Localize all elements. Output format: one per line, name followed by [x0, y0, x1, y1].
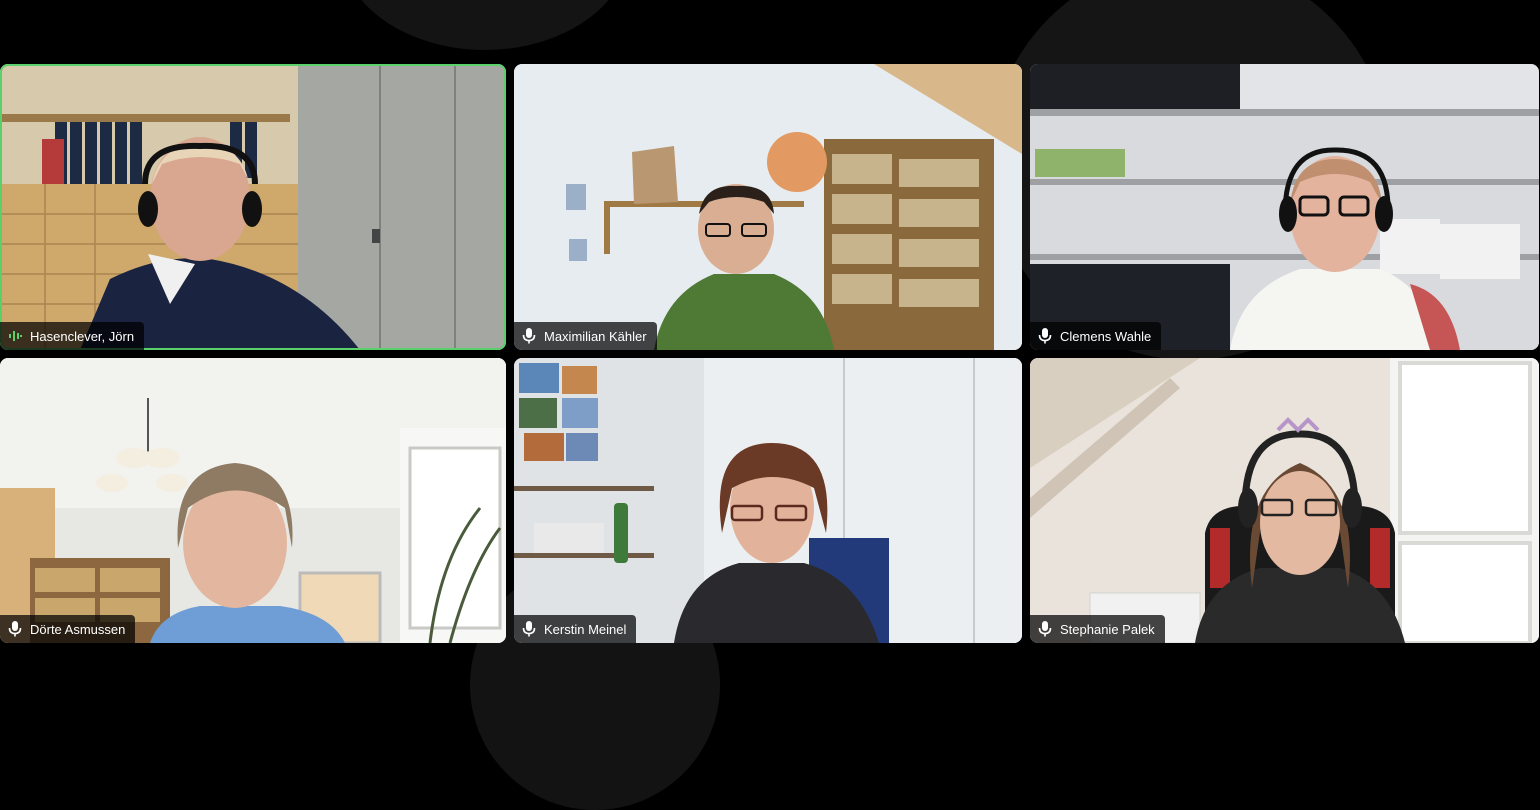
video-feed [514, 64, 1022, 350]
participant-name: Dörte Asmussen [30, 621, 126, 637]
participant-name-tag: Kerstin Meinel [514, 615, 637, 643]
video-tile-palek[interactable]: Stephanie Palek [1030, 358, 1539, 643]
participant-name-tag: Maximilian Kähler [514, 322, 657, 350]
video-tile-wahle[interactable]: Clemens Wahle [1030, 64, 1539, 350]
participant-name-tag: Clemens Wahle [1030, 322, 1162, 350]
video-tile-meinel[interactable]: Kerstin Meinel [514, 358, 1022, 643]
video-feed [1030, 64, 1539, 350]
mic-icon [8, 621, 22, 637]
participant-name: Clemens Wahle [1060, 328, 1152, 344]
background-shape [340, 0, 630, 50]
video-feed [1030, 358, 1539, 643]
mic-icon [522, 621, 536, 637]
participant-name: Kerstin Meinel [544, 621, 627, 637]
participant-name: Maximilian Kähler [544, 328, 647, 344]
participant-name-tag: Hasenclever, Jörn [0, 322, 145, 350]
video-tile-hasenclever[interactable]: Hasenclever, Jörn [0, 64, 506, 350]
video-feed [0, 64, 506, 350]
video-tile-asmussen[interactable]: Dörte Asmussen [0, 358, 506, 643]
participant-name-tag: Dörte Asmussen [0, 615, 136, 643]
video-feed [514, 358, 1022, 643]
video-feed [0, 358, 506, 643]
participant-name-tag: Stephanie Palek [1030, 615, 1165, 643]
mic-icon [1038, 328, 1052, 344]
participant-name: Hasenclever, Jörn [30, 328, 135, 344]
mic-icon [1038, 621, 1052, 637]
video-tile-kaehler[interactable]: Maximilian Kähler [514, 64, 1022, 350]
participant-name: Stephanie Palek [1060, 621, 1155, 637]
speaking-indicator-icon [9, 331, 22, 341]
mic-icon [522, 328, 536, 344]
